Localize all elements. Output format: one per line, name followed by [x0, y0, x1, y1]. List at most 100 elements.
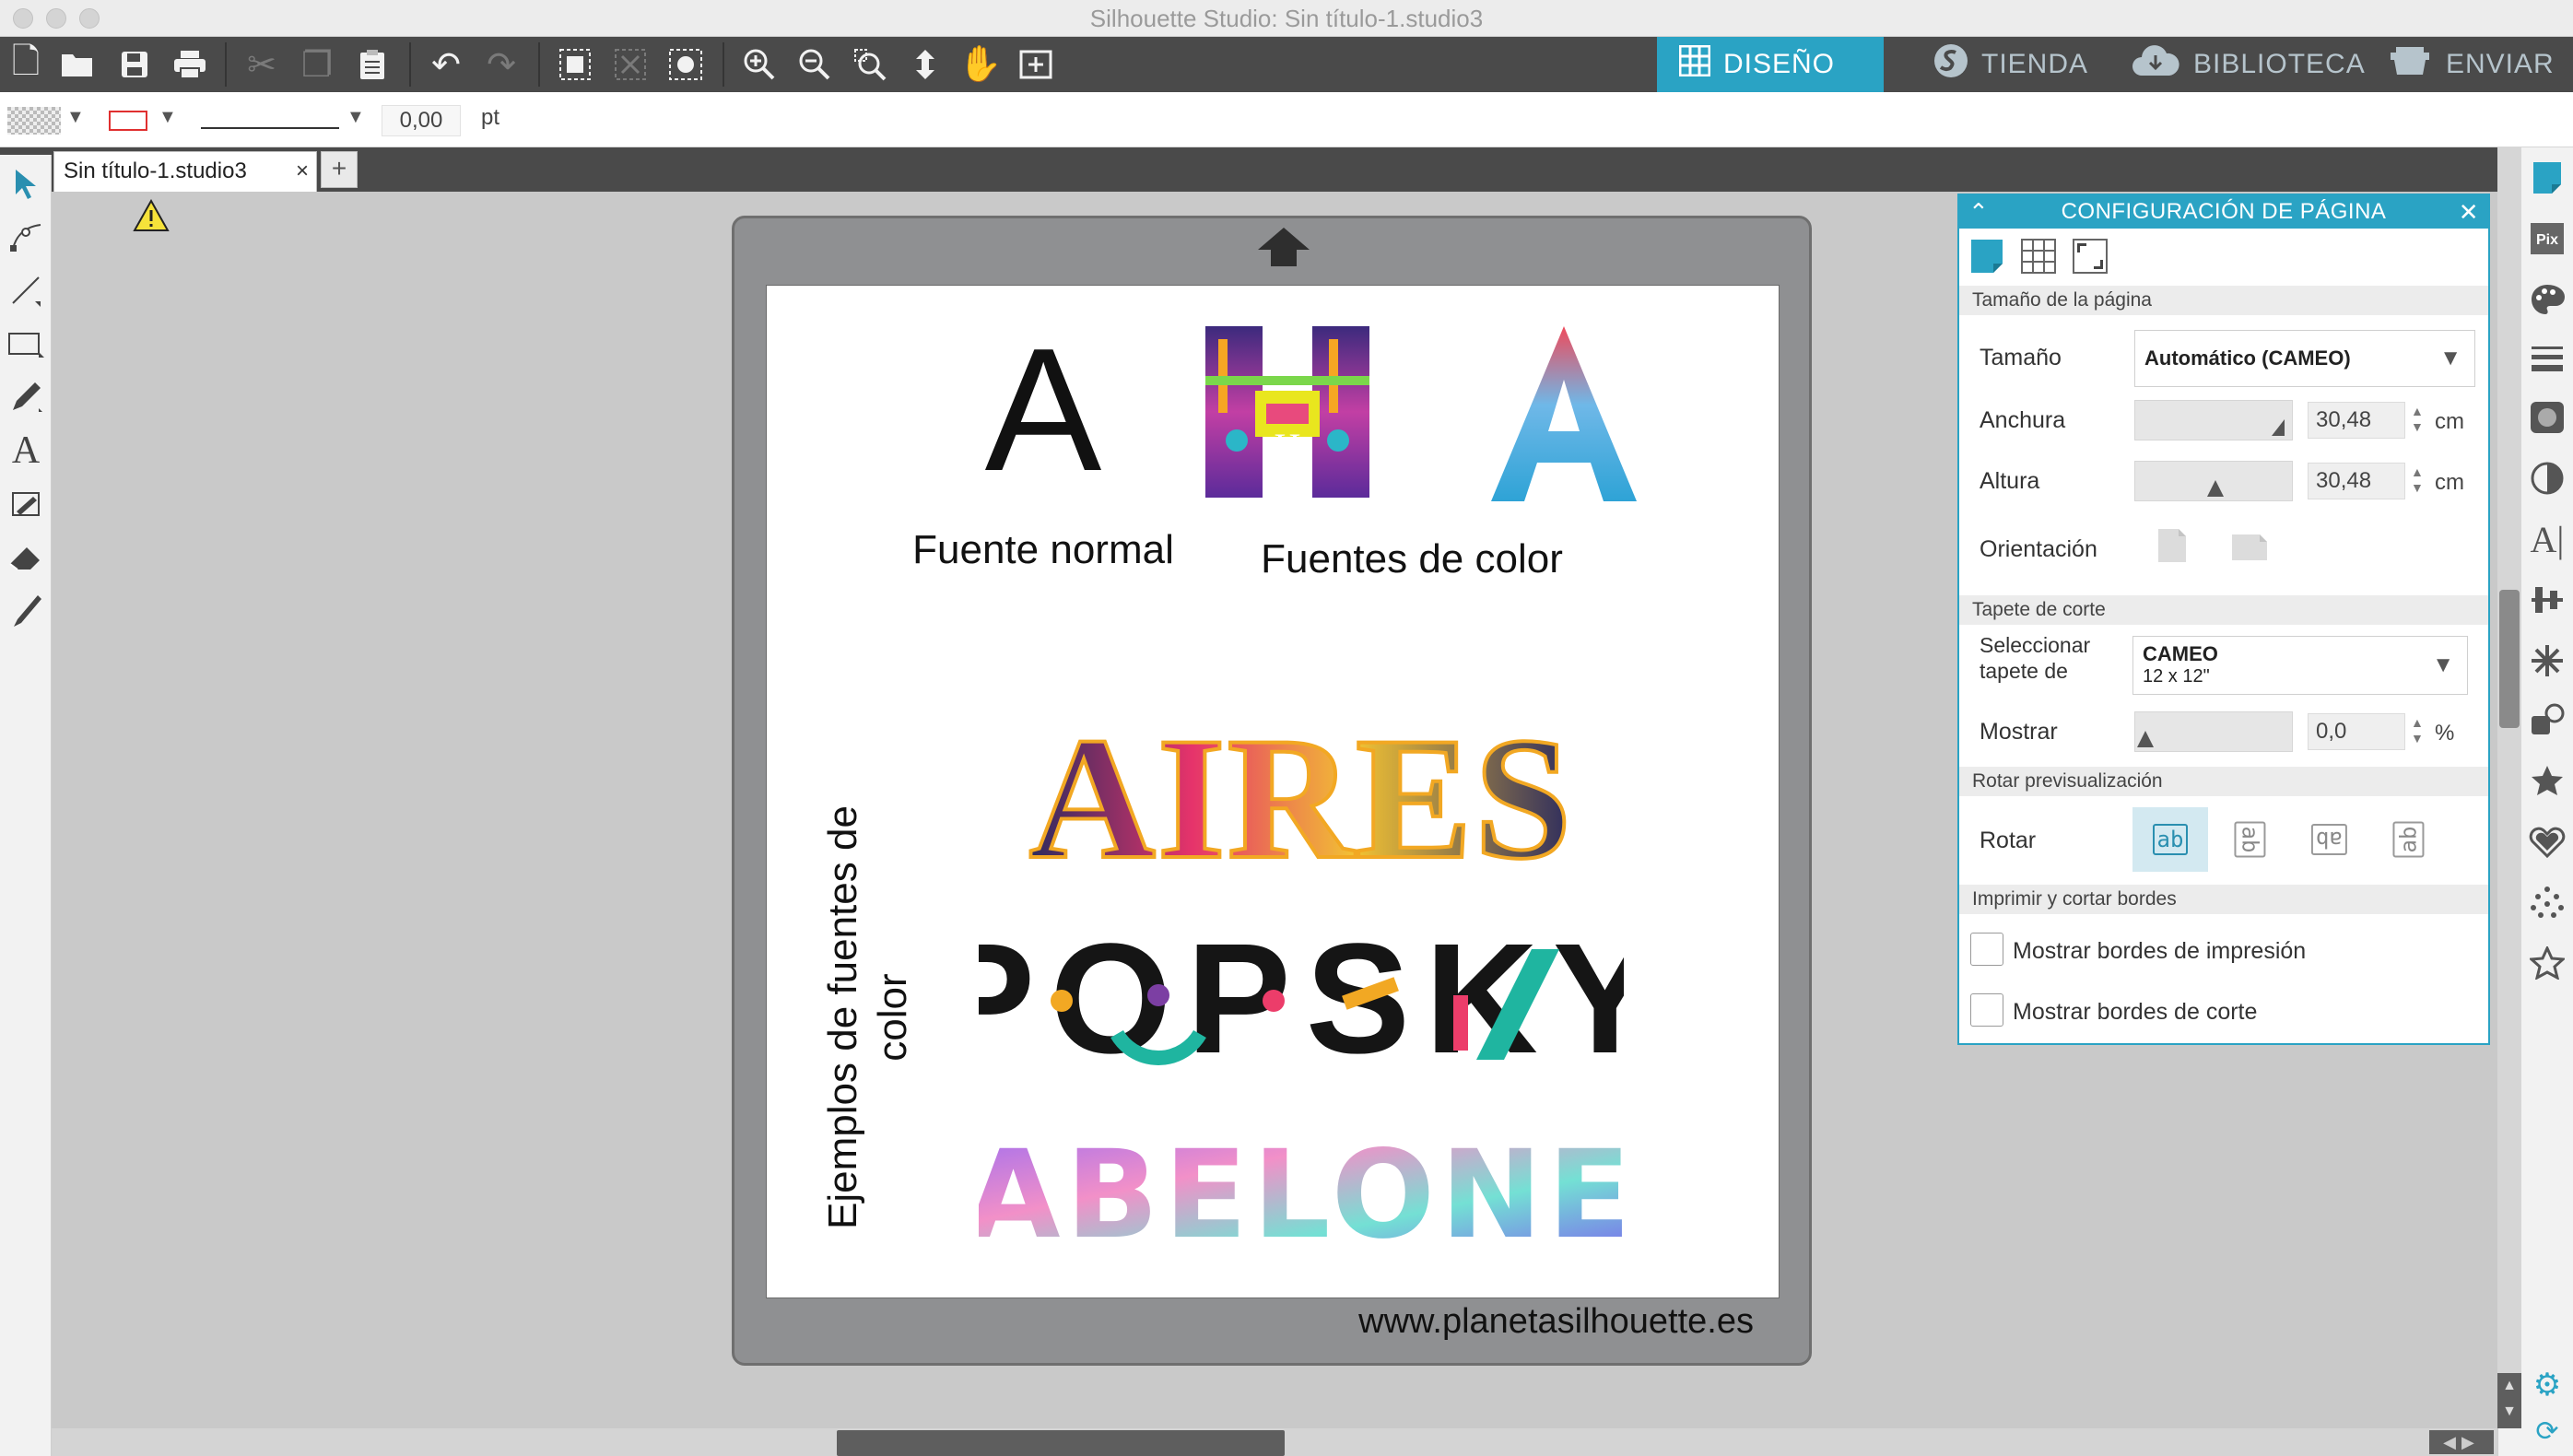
color-font-watercolor-a-glyph[interactable]: A [1486, 323, 1642, 507]
fill-dropdown-icon[interactable]: ▼ [66, 107, 85, 128]
rectangle-tool-icon[interactable] [0, 317, 52, 370]
rhinestone-star-icon[interactable] [2521, 936, 2573, 990]
width-stepper[interactable]: ▲ ▼ [2411, 404, 2424, 435]
open-folder-icon[interactable] [52, 37, 103, 92]
close-panel-icon[interactable]: ✕ [2459, 195, 2479, 229]
cut-icon[interactable]: ✂ [236, 37, 288, 92]
sync-icon[interactable]: ⟳ [2521, 1410, 2573, 1452]
mat-opacity-stepper[interactable]: ▲ ▼ [2411, 715, 2424, 746]
portrait-orientation-icon[interactable] [2156, 527, 2188, 564]
select-tool-icon[interactable] [0, 157, 52, 210]
image-effects-icon[interactable] [2521, 391, 2573, 444]
horizontal-scroll-thumb[interactable] [837, 1430, 1285, 1456]
line-style-dropdown-icon[interactable]: ▼ [347, 107, 365, 128]
rotate-0-button[interactable]: ab [2132, 807, 2208, 872]
vertical-scroll-arrows[interactable]: ▲ ▼ [2497, 1373, 2521, 1428]
color-fonts-label[interactable]: Fuentes de color [1209, 534, 1615, 584]
sketch-tool-icon[interactable] [0, 477, 52, 531]
aires-word-art[interactable]: AIRES [979, 719, 1624, 875]
align-icon[interactable] [2521, 573, 2573, 627]
fill-pattern-swatch[interactable] [7, 107, 61, 139]
knife-tool-icon[interactable] [0, 584, 52, 638]
mat-opacity-slider[interactable] [2134, 711, 2293, 752]
design-page[interactable]: A Fuente normal H A Fuentes de color Eje… [766, 285, 1780, 1298]
pencil-tool-icon[interactable] [0, 370, 52, 424]
line-tool-icon[interactable] [0, 264, 52, 317]
horizontal-scroll-arrows[interactable]: ◀▶ [2429, 1430, 2494, 1454]
tab-diseno[interactable]: DISEÑO [1657, 37, 1884, 92]
cutting-mat-select[interactable]: CAMEO 12 x 12" ▼ [2132, 636, 2468, 695]
group-icon[interactable] [549, 37, 601, 92]
line-width-input[interactable]: 0,00 [382, 105, 461, 136]
page-setup-tab-icon[interactable] [1967, 236, 2007, 276]
cut-borders-checkbox[interactable] [1970, 993, 2003, 1027]
new-file-icon[interactable]: 🗋 [0, 37, 52, 92]
rotate-270-button[interactable]: ab [2370, 807, 2446, 872]
width-slider[interactable] [2134, 400, 2293, 440]
website-text[interactable]: www.planetasilhouette.es [1103, 1302, 1754, 1342]
width-input[interactable]: 30,48 [2308, 402, 2405, 439]
page-size-select[interactable]: Automático (CAMEO) ▼ [2134, 330, 2475, 387]
popsky-word-art[interactable]: POPSKY [979, 931, 1624, 1069]
trace-icon[interactable] [2521, 875, 2573, 929]
landscape-orientation-icon[interactable] [2230, 533, 2269, 562]
tab-biblioteca[interactable]: BIBLIOTECA [2109, 37, 2388, 92]
line-color-swatch[interactable] [109, 111, 147, 135]
height-stepper[interactable]: ▲ ▼ [2411, 464, 2424, 496]
undo-icon[interactable]: ↶ [420, 37, 472, 92]
copy-icon[interactable]: ❐ [291, 37, 343, 92]
transform-icon[interactable] [2521, 634, 2573, 687]
ungroup-icon[interactable] [605, 37, 656, 92]
fit-page-icon[interactable] [899, 37, 951, 92]
offset-icon[interactable] [2521, 815, 2573, 868]
warning-icon[interactable] [133, 199, 170, 232]
text-style-icon[interactable]: A| [2521, 512, 2573, 566]
line-style-icon[interactable] [2521, 332, 2573, 385]
zoom-out-icon[interactable] [789, 37, 840, 92]
print-borders-checkbox[interactable] [1970, 933, 2003, 966]
mat-opacity-input[interactable]: 0,0 [2308, 713, 2405, 750]
cut-borders-label[interactable]: Mostrar bordes de corte [2013, 999, 2257, 1026]
print-icon[interactable] [164, 37, 216, 92]
contrast-icon[interactable] [2521, 452, 2573, 505]
text-tool-icon[interactable]: A [0, 424, 52, 477]
pan-icon[interactable]: ✋ [955, 37, 1006, 92]
zoom-select-icon[interactable] [844, 37, 896, 92]
settings-gear-icon[interactable]: ⚙ [2521, 1364, 2573, 1406]
vertical-scroll-thumb[interactable] [2499, 590, 2520, 728]
tab-tienda[interactable]: TIENDA [1911, 37, 2110, 92]
paste-icon[interactable] [347, 37, 398, 92]
tab-enviar[interactable]: ENVIAR [2365, 37, 2573, 92]
line-style-swatch[interactable] [201, 118, 339, 135]
collapse-panel-icon[interactable]: ⌃ [1968, 195, 1989, 229]
normal-font-glyph[interactable]: A [951, 323, 1135, 498]
eraser-tool-icon[interactable] [0, 531, 52, 584]
canvas-vertical-scrollbar[interactable] [2497, 147, 2521, 1373]
grid-settings-tab-icon[interactable] [2018, 236, 2059, 276]
print-borders-label[interactable]: Mostrar bordes de impresión [2013, 938, 2306, 965]
abelone-word-art[interactable]: ABELONE [979, 1124, 1624, 1253]
save-icon[interactable] [109, 37, 160, 92]
registration-marks-tab-icon[interactable] [2070, 236, 2110, 276]
height-input[interactable]: 30,48 [2308, 463, 2405, 499]
rotate-90-button[interactable]: ab [2212, 807, 2287, 872]
redo-icon[interactable]: ↷ [476, 37, 527, 92]
rotate-180-button[interactable]: ab [2291, 807, 2367, 872]
zoom-in-icon[interactable] [734, 37, 785, 92]
add-page-icon[interactable] [1010, 37, 1062, 92]
normal-font-label[interactable]: Fuente normal [905, 525, 1181, 575]
replicate-icon[interactable] [2521, 693, 2573, 746]
close-tab-button[interactable]: × [296, 152, 309, 191]
point-edit-tool-icon[interactable] [0, 210, 52, 264]
color-font-h-glyph[interactable]: H [1200, 321, 1375, 505]
pixscan-icon[interactable]: Pix [2521, 212, 2573, 265]
height-slider[interactable] [2134, 461, 2293, 501]
select-all-icon[interactable] [660, 37, 711, 92]
fill-color-icon[interactable] [2521, 273, 2573, 326]
page-setup-panel-icon[interactable] [2521, 151, 2573, 205]
vertical-example-label[interactable]: Ejemplos de fuentes de color [818, 759, 918, 1275]
favorites-star-icon[interactable] [2521, 754, 2573, 807]
document-tab[interactable]: Sin título-1.studio3 × [53, 151, 317, 192]
new-tab-button[interactable]: + [321, 151, 358, 188]
line-color-dropdown-icon[interactable]: ▼ [159, 107, 177, 128]
